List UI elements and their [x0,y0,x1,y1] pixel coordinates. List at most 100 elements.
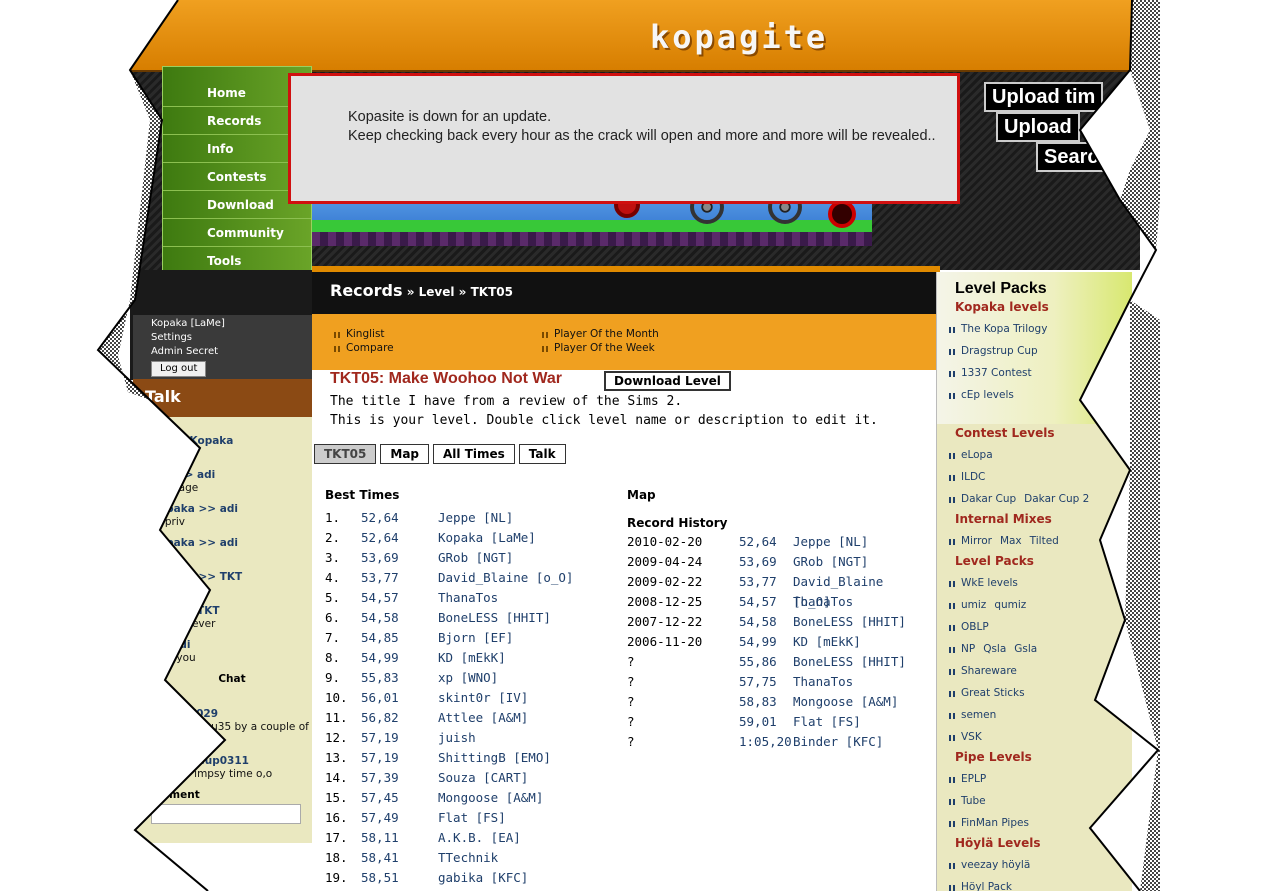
level-pack-link[interactable]: The Kopa Trilogy [961,323,1047,335]
talk-who[interactable]: >> VSK029 [151,708,313,721]
time-cell[interactable]: 57,19 [361,728,399,748]
comment-input[interactable] [151,804,301,824]
level-pack-link[interactable]: Qsla [983,643,1006,655]
player-name-link[interactable]: Binder [KFC] [793,732,883,752]
level-pack-link[interactable]: veezay höylä [961,859,1030,871]
kinglist-link[interactable]: Kinglist [332,328,385,340]
level-pack-link[interactable]: VSK [961,731,982,743]
talk-who[interactable]: aka >> adi [151,469,313,482]
time-cell[interactable]: 1:05,20 [739,732,792,752]
time-cell[interactable]: 54,85 [361,628,399,648]
talk-who[interactable]: Kopaka >> TKT [151,571,313,584]
player-name-link[interactable]: ShittingB [EMO] [438,748,551,768]
time-cell[interactable]: 54,58 [361,608,399,628]
level-pack-link[interactable]: Tilted [1030,535,1059,547]
talk-who[interactable]: Kopaka >> adi [151,537,313,550]
player-name-link[interactable]: Jeppe [NL] [438,508,513,528]
search-button[interactable]: Searc [1036,142,1107,172]
time-cell[interactable]: 52,64 [361,528,399,548]
time-cell[interactable]: 53,77 [361,568,399,588]
time-cell[interactable]: 58,51 [361,868,399,888]
level-pack-link[interactable]: umiz [961,599,986,611]
tab-talk[interactable]: Talk [518,444,566,464]
level-pack-link[interactable]: Höyl Pack [961,881,1012,891]
player-name-link[interactable]: ThanaTos [438,588,498,608]
tab-map[interactable]: Map [380,444,430,464]
time-cell[interactable]: 53,69 [739,552,777,572]
player-name-link[interactable]: BoneLESS [HHIT] [793,652,906,672]
time-cell[interactable]: 54,58 [739,612,777,632]
compare-link[interactable]: Compare [332,342,394,354]
admin-link[interactable]: Admin Secret [151,345,313,359]
level-pack-link[interactable]: Dragstrup Cup [961,345,1038,357]
player-name-link[interactable]: BoneLESS [HHIT] [438,608,551,628]
player-name-link[interactable]: Mongoose [A&M] [438,788,543,808]
username[interactable]: Kopaka [LaMe] [151,317,313,331]
time-cell[interactable]: 56,01 [361,688,399,708]
level-pack-link[interactable]: Great Sticks [961,687,1025,699]
player-name-link[interactable]: Flat [FS] [438,808,506,828]
level-pack-link[interactable]: Shareware [961,665,1017,677]
level-pack-link[interactable]: ILDC [961,471,985,483]
player-name-link[interactable]: BoneLESS [HHIT] [793,612,906,632]
level-pack-link[interactable]: NP [961,643,975,655]
talk-who[interactable]: aka >> TKT [151,605,313,618]
time-cell[interactable]: 54,57 [361,588,399,608]
time-cell[interactable]: 54,99 [361,648,399,668]
player-name-link[interactable]: Flat [FS] [793,712,861,732]
time-cell[interactable]: 52,64 [739,532,777,552]
breadcrumb-records[interactable]: Records [330,281,403,300]
download-level-button[interactable]: Download Level [604,371,731,391]
level-pack-link[interactable]: OBLP [961,621,989,633]
time-cell[interactable]: 57,39 [361,768,399,788]
player-of-week-link[interactable]: Player Of the Week [540,342,655,354]
player-name-link[interactable]: KD [mEkK] [438,648,506,668]
chat-link[interactable]: Chat [151,673,313,686]
settings-link[interactable]: Settings [151,331,313,345]
talk-who[interactable]: >> adi [151,639,313,652]
player-name-link[interactable]: Souza [CART] [438,768,528,788]
player-name-link[interactable]: xp [WNO] [438,668,498,688]
level-pack-link[interactable]: FinMan Pipes [961,817,1029,829]
tab-tkt05[interactable]: TKT05 [314,444,377,464]
level-pack-link[interactable]: semen [961,709,996,721]
player-name-link[interactable]: Mongoose [A&M] [793,692,898,712]
player-name-link[interactable]: ThanaTos [793,672,853,692]
time-cell[interactable]: 54,57 [739,592,777,612]
level-pack-link[interactable]: WkE levels [961,577,1018,589]
level-pack-link[interactable]: qumiz [994,599,1026,611]
player-name-link[interactable]: ThanaTos [793,592,853,612]
level-pack-link[interactable]: 1337 Contest [961,367,1032,379]
time-cell[interactable]: 54,99 [739,632,777,652]
level-pack-link[interactable]: Dakar Cup 2 [1024,493,1089,505]
time-cell[interactable]: 58,83 [739,692,777,712]
player-name-link[interactable]: juish [438,728,476,748]
time-cell[interactable]: 59,01 [739,712,777,732]
level-pack-link[interactable]: EPLP [961,773,986,785]
nav-community[interactable]: Community [163,219,311,247]
player-name-link[interactable]: Attlee [A&M] [438,708,528,728]
time-cell[interactable]: 57,75 [739,672,777,692]
time-cell[interactable]: 57,19 [361,748,399,768]
player-of-month-link[interactable]: Player Of the Month [540,328,659,340]
player-name-link[interactable]: skint0r [IV] [438,688,528,708]
player-name-link[interactable]: GRob [NGT] [438,548,513,568]
time-cell[interactable]: 57,45 [361,788,399,808]
player-name-link[interactable]: A.K.B. [EA] [438,828,521,848]
time-cell[interactable]: 56,82 [361,708,399,728]
player-name-link[interactable]: Bjorn [EF] [438,628,513,648]
time-cell[interactable]: 57,49 [361,808,399,828]
level-pack-link[interactable]: Mirror [961,535,992,547]
level-title[interactable]: TKT05: Make Woohoo Not War [330,370,562,388]
talk-who[interactable]: Kopaka >> adi [151,503,313,516]
logout-button[interactable]: Log out [151,361,207,377]
tab-all-times[interactable]: All Times [433,444,515,464]
time-cell[interactable]: 55,83 [361,668,399,688]
level-pack-link[interactable]: Dakar Cup [961,493,1016,505]
time-cell[interactable]: 53,77 [739,572,777,592]
level-pack-link[interactable]: Max [1000,535,1022,547]
level-pack-link[interactable]: Tube [961,795,986,807]
player-name-link[interactable]: TTechnik [438,848,498,868]
time-cell[interactable]: 58,41 [361,848,399,868]
level-pack-link[interactable]: Gsla [1014,643,1037,655]
